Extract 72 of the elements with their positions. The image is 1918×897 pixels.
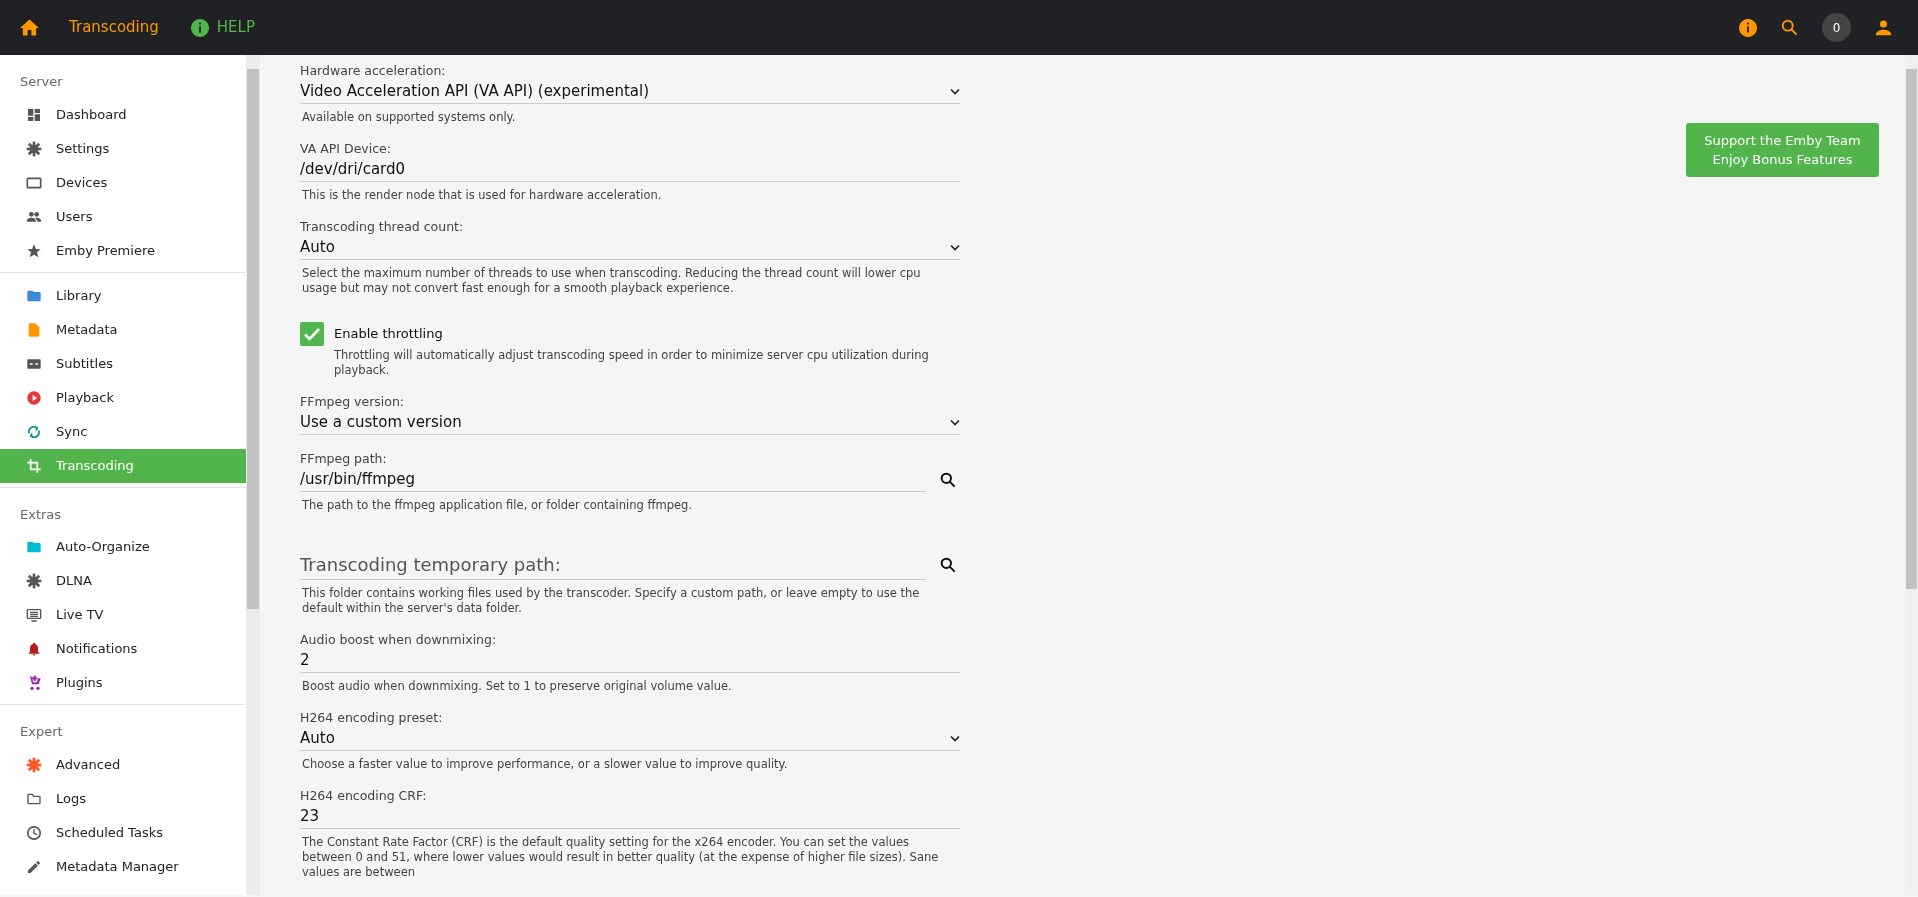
sidebar-item[interactable]: Auto-Organize: [0, 530, 246, 564]
gear-icon: [26, 573, 42, 589]
sidebar-item[interactable]: DLNA: [0, 564, 246, 598]
input-field[interactable]: /dev/dri/card0: [300, 157, 960, 182]
input-field[interactable]: /usr/bin/ffmpeg: [300, 467, 926, 492]
search-icon[interactable]: [1781, 19, 1798, 36]
field-description: The Constant Rate Factor (CRF) is the default quality setting for the x264 encoder. You can set the values between 0 and 51, where lower values would result in better quality (at the expense of higher file sizes). Sane values are between: [301, 834, 940, 880]
chevron-icon: [950, 243, 960, 251]
chevron-icon: [950, 734, 960, 742]
pencil-icon: [26, 858, 42, 875]
sidebar-item[interactable]: Library: [0, 278, 246, 313]
sidebar-item[interactable]: Subtitles: [0, 346, 246, 381]
dashboard-icon: [26, 106, 42, 123]
gear-icon: [26, 140, 42, 157]
sidebar-item[interactable]: Users: [0, 199, 246, 234]
info-icon: [190, 18, 209, 37]
input-field[interactable]: Transcoding temporary path:: [300, 550, 926, 580]
checkbox-label: Enable throttling: [334, 325, 443, 344]
field-label: Transcoding thread count:: [300, 218, 465, 235]
field-description: Choose a faster value to improve performance, or a slower value to improve quality.: [301, 756, 789, 772]
sidebar-item[interactable]: Playback: [0, 380, 246, 415]
tv-icon: [26, 607, 42, 623]
sidebar-item[interactable]: Emby Premiere: [0, 233, 246, 268]
crop-icon: [26, 457, 42, 474]
sidebar-item[interactable]: Live TV: [0, 598, 246, 632]
field-description: This is the render node that is used for hardware acceleration.: [301, 187, 663, 203]
field-label: Audio boost when downmixing:: [300, 631, 498, 648]
star-icon: [26, 242, 42, 259]
field-description: Throttling will automatically adjust transcoding speed in order to minimize server cpu utilization during playback.: [333, 347, 930, 378]
field-label: H264 encoding CRF:: [300, 787, 428, 804]
home-icon[interactable]: [20, 18, 39, 37]
sidebar-item[interactable]: Scheduled Tasks: [0, 815, 246, 850]
section-heading: Server: [19, 73, 64, 91]
sidebar-item[interactable]: Advanced: [0, 747, 246, 782]
field-description: Boost audio when downmixing. Set to 1 to preserve original volume value.: [301, 678, 733, 694]
sidebar-item[interactable]: Settings: [0, 131, 246, 166]
dropdown[interactable]: Auto: [300, 726, 960, 751]
field-label: H264 encoding preset:: [300, 709, 444, 726]
section-heading: Expert: [19, 723, 64, 741]
dropdown[interactable]: Auto: [300, 235, 960, 260]
scrollbar[interactable]: [246, 55, 260, 895]
checkbox[interactable]: [300, 322, 324, 346]
help-link[interactable]: HELP: [190, 16, 255, 39]
page-title: Transcoding: [69, 17, 159, 39]
sidebar-item[interactable]: Dashboard: [0, 97, 246, 132]
clock-icon: [26, 824, 42, 841]
sidebar-item[interactable]: Plugins: [0, 666, 246, 700]
field-label: VA API Device:: [300, 140, 392, 157]
sidebar-item[interactable]: Logs: [0, 781, 246, 816]
sidebar-item[interactable]: Sync: [0, 414, 246, 449]
field-description: Available on supported systems only.: [301, 109, 517, 125]
input-field[interactable]: 23: [300, 804, 960, 829]
sidebar-item[interactable]: Devices: [0, 165, 246, 200]
dropdown[interactable]: Video Acceleration API (VA API) (experimental): [300, 79, 960, 104]
sidebar-item[interactable]: Metadata: [0, 312, 246, 347]
sidebar-item[interactable]: Notifications: [0, 632, 246, 666]
field-label: FFmpeg path:: [300, 450, 388, 467]
dropdown[interactable]: Use a custom version: [300, 410, 960, 435]
chevron-icon: [950, 418, 960, 426]
user-icon[interactable]: [1875, 19, 1892, 36]
field-description: Select the maximum number of threads to use when transcoding. Reducing the thread count will lower cpu usage but may not convert fast enough for a smooth playback experience.: [301, 265, 922, 296]
chevron-icon: [950, 87, 960, 95]
info-icon[interactable]: [1739, 18, 1757, 37]
notification-count[interactable]: 0: [1822, 13, 1851, 42]
section-heading: Extras: [19, 505, 63, 524]
input-field[interactable]: 2: [300, 648, 960, 673]
field-label: Hardware acceleration:: [300, 62, 447, 79]
field-description: The path to the ffmpeg application file, or folder containing ffmpeg.: [301, 497, 693, 513]
scrollbar[interactable]: [1905, 55, 1918, 895]
field-description: This folder contains working files used by the transcoder. Specify a custom path, or leave empty to use the default within the server's data folder.: [301, 585, 921, 616]
field-label: FFmpeg version:: [300, 393, 406, 410]
sidebar-item[interactable]: Metadata Manager: [0, 849, 246, 884]
